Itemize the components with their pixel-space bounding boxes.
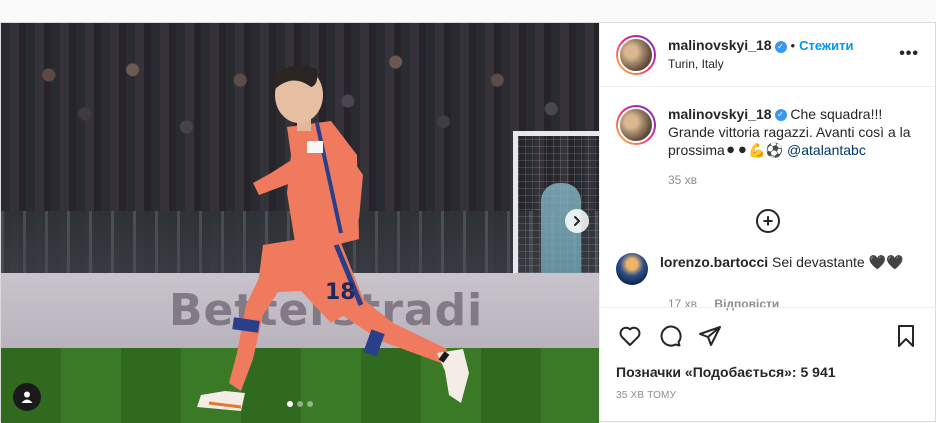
- likes-count[interactable]: Позначки «Подобається»: 5 941: [616, 364, 920, 380]
- paper-plane-icon: [699, 326, 721, 346]
- action-icons-row: [616, 316, 920, 356]
- football-player: 18: [197, 65, 469, 411]
- slide-dot: [297, 401, 303, 407]
- commenter-avatar[interactable]: [616, 253, 648, 285]
- follow-button[interactable]: Стежити: [799, 38, 853, 53]
- post-header: malinovskyi_18 ✓ • Стежити Turin, Italy •••: [600, 23, 935, 87]
- header-text: malinovskyi_18 ✓ • Стежити Turin, Italy: [668, 36, 853, 73]
- location-link[interactable]: Turin, Italy: [668, 55, 853, 73]
- post-side-panel: malinovskyi_18 ✓ • Стежити Turin, Italy •••…: [599, 23, 936, 421]
- load-more-comments[interactable]: +: [616, 209, 920, 233]
- more-options-button[interactable]: •••: [899, 45, 919, 63]
- caption-username[interactable]: malinovskyi_18: [668, 106, 772, 122]
- caption: malinovskyi_18 ✓ Che squadra!!! Grande vi…: [616, 105, 920, 159]
- chevron-right-icon: [574, 216, 581, 226]
- slide-dot: [307, 401, 313, 407]
- caption-time: 35 хв: [668, 173, 698, 187]
- next-slide-button[interactable]: [565, 209, 589, 233]
- user-tag-icon: [21, 391, 33, 403]
- post-actions: Позначки «Подобається»: 5 941 35 ХВ ТОМУ: [600, 307, 936, 421]
- slide-dot: [287, 401, 293, 407]
- tagged-users-button[interactable]: [13, 383, 41, 411]
- bookmark-icon: [898, 325, 914, 347]
- plus-circle-icon: +: [756, 209, 780, 233]
- comment-text: Sei devastante 🖤🖤: [772, 254, 904, 270]
- more-horizontal-icon: •••: [899, 45, 919, 62]
- comment-icon: [660, 325, 682, 347]
- avatar[interactable]: [616, 34, 656, 75]
- comment-button[interactable]: [656, 322, 684, 350]
- comment-body: lorenzo.bartocci Sei devastante 🖤🖤: [660, 253, 903, 285]
- commenter-username[interactable]: lorenzo.bartocci: [660, 254, 768, 270]
- comment-item: lorenzo.bartocci Sei devastante 🖤🖤: [616, 253, 920, 285]
- save-button[interactable]: [892, 322, 920, 350]
- posted-time[interactable]: 35 ХВ ТОМУ: [616, 390, 920, 401]
- caption-avatar[interactable]: [616, 105, 656, 145]
- share-button[interactable]: [696, 322, 724, 350]
- comments-area: malinovskyi_18 ✓ Che squadra!!! Grande vi…: [600, 87, 936, 311]
- post: Betterstradi 18: [0, 22, 936, 423]
- mention-link[interactable]: @atalantabc: [787, 142, 866, 158]
- caption-body: malinovskyi_18 ✓ Che squadra!!! Grande vi…: [668, 105, 916, 159]
- like-button[interactable]: [616, 322, 644, 350]
- header-username[interactable]: malinovskyi_18: [668, 37, 772, 53]
- heart-icon: [619, 326, 641, 346]
- verified-badge-icon: ✓: [774, 40, 787, 53]
- slide-indicator: [287, 401, 313, 407]
- header-separator: •: [790, 38, 796, 53]
- verified-badge-icon: ✓: [774, 109, 787, 122]
- post-media[interactable]: Betterstradi 18: [1, 23, 599, 423]
- shirt-number: 18: [325, 280, 356, 305]
